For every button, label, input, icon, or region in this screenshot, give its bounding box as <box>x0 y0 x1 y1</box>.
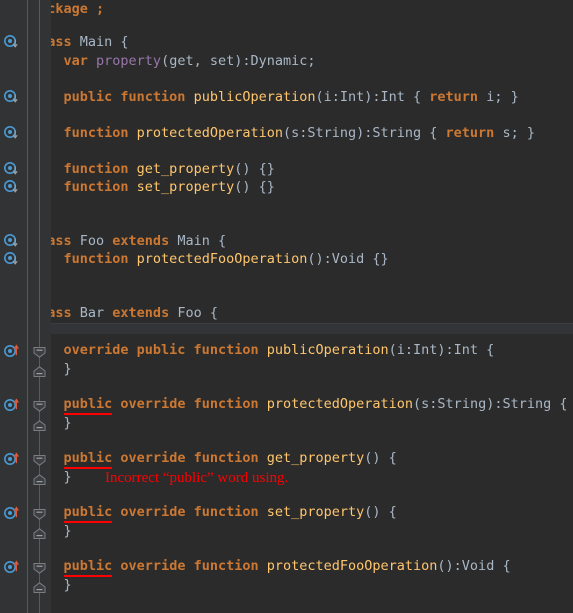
implemented-method-icon[interactable] <box>4 162 22 178</box>
code-token: override function <box>112 504 267 520</box>
implemented-method-icon[interactable] <box>4 35 22 51</box>
fold-region-end-icon[interactable] <box>32 471 47 485</box>
implemented-method-icon[interactable] <box>4 90 22 106</box>
code-token: Main <box>79 34 121 50</box>
overriding-method-icon[interactable] <box>4 397 22 413</box>
code-token: function <box>63 161 137 177</box>
code-token: override function <box>112 396 267 412</box>
code-token: i; } <box>486 89 519 105</box>
fold-collapse-icon[interactable] <box>32 560 47 574</box>
error-token: public <box>63 450 113 466</box>
code-token: () { <box>364 504 397 520</box>
code-token: property <box>96 53 162 69</box>
code-token: s; } <box>502 125 535 141</box>
code-token: override function <box>112 450 267 466</box>
code-token: ():Void {} <box>307 251 389 267</box>
code-token: set_property <box>136 179 235 195</box>
code-token: set_property <box>266 504 365 520</box>
code-token: public function <box>63 89 194 105</box>
fold-region-end-icon[interactable] <box>32 417 47 431</box>
code-token: publicOperation <box>266 342 389 358</box>
code-token: (i:Int):Int { <box>315 89 430 105</box>
implemented-method-icon[interactable] <box>4 180 22 196</box>
code-token: override public function <box>63 342 267 358</box>
code-line[interactable]: function protectedFooOperation():Void {} <box>0 250 389 269</box>
code-token: (s:String):String { <box>413 396 568 412</box>
code-line[interactable]: public override function get_property() … <box>0 449 397 468</box>
gutter-divider <box>27 0 28 613</box>
fold-collapse-icon[interactable] <box>32 344 47 358</box>
code-token: () { <box>364 450 397 466</box>
code-token: protectedOperation <box>136 125 283 141</box>
code-editor[interactable]: package ; class Main { var property(get, … <box>0 0 573 613</box>
implemented-method-icon[interactable] <box>4 126 22 142</box>
implemented-method-icon[interactable] <box>4 234 22 250</box>
code-line[interactable]: override public function publicOperation… <box>0 341 495 360</box>
code-token: () {} <box>234 179 275 195</box>
code-token: { <box>120 34 129 50</box>
fold-collapse-icon[interactable] <box>32 506 47 520</box>
code-token: Main <box>177 233 218 249</box>
overriding-method-icon[interactable] <box>4 559 22 575</box>
code-token: protectedFooOperation <box>136 251 308 267</box>
overriding-method-icon[interactable] <box>4 451 22 467</box>
code-line[interactable]: function protectedOperation(s:String):St… <box>0 124 535 143</box>
annotation-text: Incorrect “public” word using. <box>105 470 289 486</box>
code-line[interactable]: public function publicOperation(i:Int):I… <box>0 88 519 107</box>
error-token: public <box>63 396 113 412</box>
class-fold-spine-line[interactable] <box>39 0 40 613</box>
code-text-layer[interactable]: package ; class Main { var property(get, … <box>0 0 573 613</box>
fold-region-end-icon[interactable] <box>32 579 47 593</box>
error-token: public <box>63 558 113 574</box>
code-line[interactable]: public override function protectedFooOpe… <box>0 557 511 576</box>
error-token: public <box>63 504 113 520</box>
code-token: (s:String):String { <box>282 125 446 141</box>
code-token: return <box>429 89 487 105</box>
code-token: protectedFooOperation <box>266 558 438 574</box>
code-token: function <box>63 179 137 195</box>
code-token: (get, set):Dynamic; <box>161 53 316 69</box>
code-token: Foo <box>79 233 113 249</box>
fold-region-end-icon[interactable] <box>32 363 47 377</box>
code-token: Bar <box>79 305 113 321</box>
code-token: publicOperation <box>193 89 316 105</box>
code-token: extends <box>112 305 178 321</box>
code-token: { <box>209 305 218 321</box>
implemented-method-icon[interactable] <box>4 252 22 268</box>
code-token: function <box>63 251 137 267</box>
fold-collapse-icon[interactable] <box>32 398 47 412</box>
overriding-method-icon[interactable] <box>4 343 22 359</box>
code-line[interactable]: public override function set_property() … <box>0 503 397 522</box>
code-line[interactable]: public override function protectedOperat… <box>0 395 568 414</box>
code-token: protectedOperation <box>266 396 414 412</box>
overriding-method-icon[interactable] <box>4 505 22 521</box>
code-token: ():Void { <box>437 558 511 574</box>
code-token: get_property <box>136 161 235 177</box>
code-token: return <box>445 125 503 141</box>
fold-region-end-icon[interactable] <box>32 525 47 539</box>
fold-collapse-icon[interactable] <box>32 452 47 466</box>
code-token: Foo <box>177 305 210 321</box>
code-token: function <box>63 125 137 141</box>
code-token: get_property <box>266 450 365 466</box>
code-token: override function <box>112 558 267 574</box>
code-token: extends <box>112 233 178 249</box>
code-token: (i:Int):Int { <box>388 342 495 358</box>
code-token: var <box>63 53 97 69</box>
code-token: { <box>217 233 227 249</box>
code-token: () {} <box>234 161 275 177</box>
